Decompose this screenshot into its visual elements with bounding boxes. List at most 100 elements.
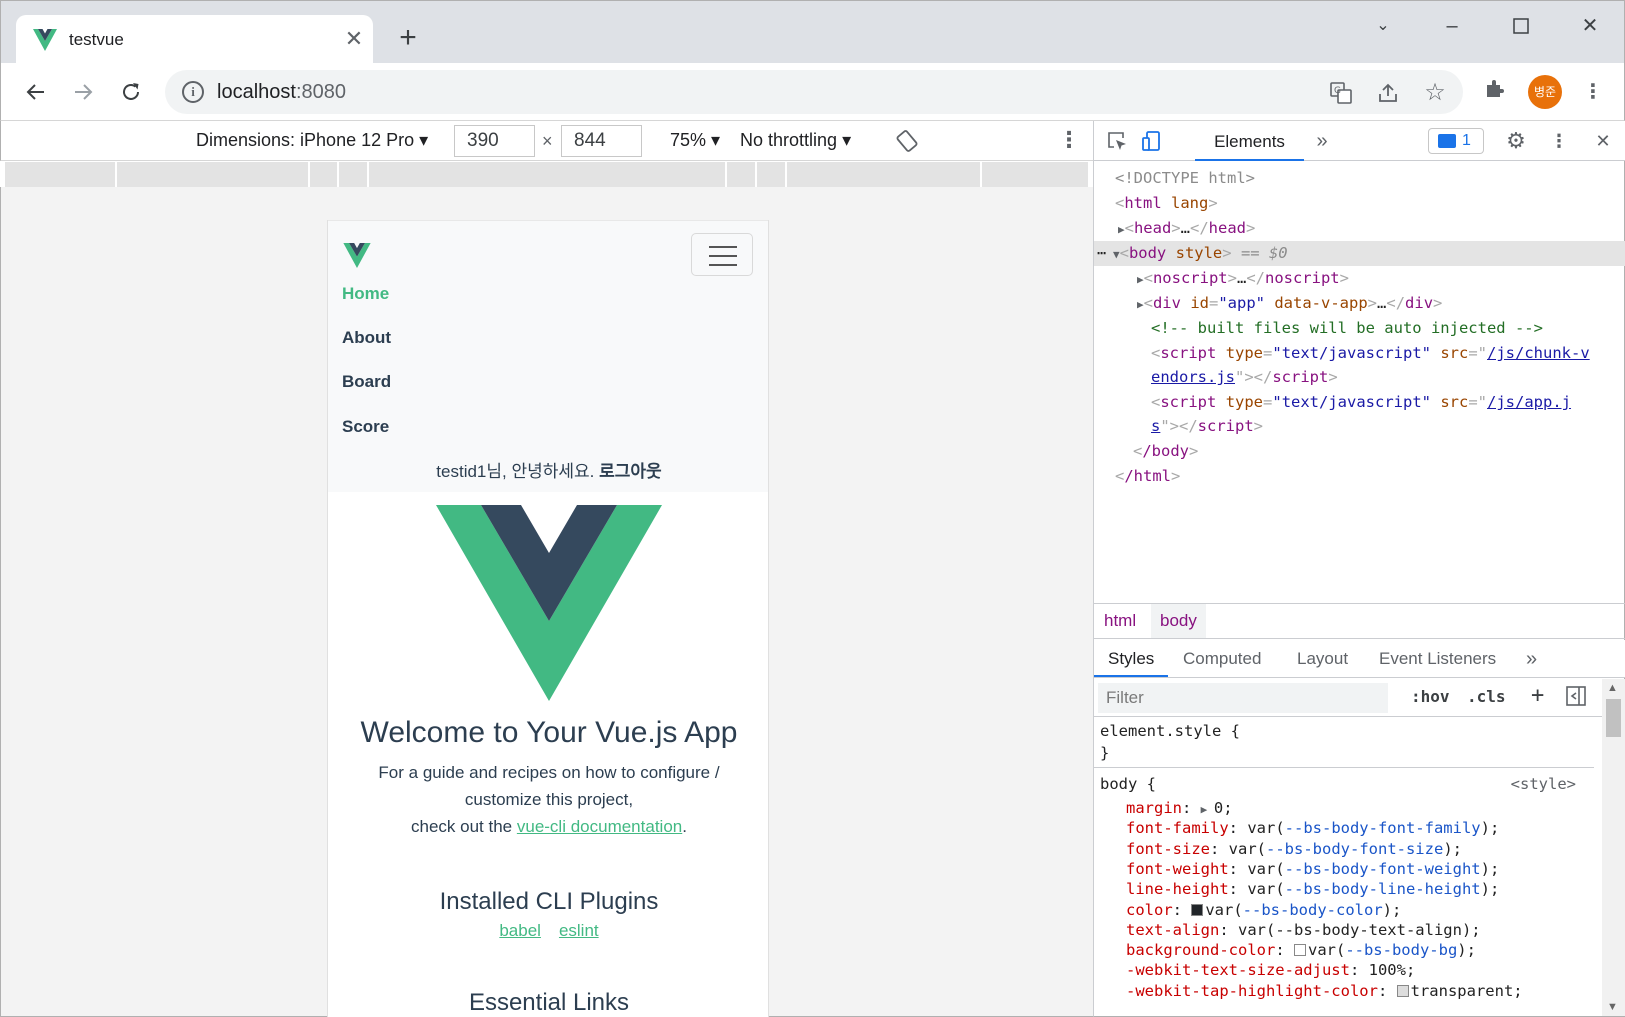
more-panes-chevron-icon[interactable]: » xyxy=(1526,640,1537,677)
tab-elements[interactable]: Elements xyxy=(1195,121,1304,161)
devtools-more-icon[interactable]: ⋮ xyxy=(1546,128,1572,154)
more-tabs-chevron-icon[interactable]: » xyxy=(1309,128,1335,154)
tab-computed[interactable]: Computed xyxy=(1183,640,1261,677)
device-height-input[interactable]: 844 xyxy=(561,125,642,157)
toggle-sidebar-icon[interactable] xyxy=(1565,685,1587,711)
plugin-link-eslint[interactable]: eslint xyxy=(559,921,599,940)
css-property-margin[interactable]: margin: ▶ 0; xyxy=(1126,798,1233,819)
dom-html-open[interactable]: <html lang> xyxy=(1094,191,1625,216)
bookmark-star-icon[interactable]: ☆ xyxy=(1421,79,1449,107)
extensions-puzzle-icon[interactable] xyxy=(1481,78,1509,106)
element-style-rule[interactable]: element.style { xyxy=(1100,721,1240,742)
device-width-input[interactable]: 390 xyxy=(454,125,535,157)
share-icon[interactable] xyxy=(1374,79,1402,107)
color-swatch[interactable] xyxy=(1293,944,1306,957)
dom-script-app[interactable]: <script type="text/javascript" src="/js/… xyxy=(1094,390,1625,415)
address-bar[interactable]: i localhost:8080 G ☆ xyxy=(165,70,1463,114)
user-greeting: testid1님, 안녕하세요. 로그아웃 xyxy=(328,457,768,482)
dom-body-selected[interactable]: ⋯ ▼<body style> == $0 xyxy=(1094,241,1625,266)
scrollbar-thumb[interactable] xyxy=(1606,699,1621,737)
device-toolbar-more-icon[interactable]: ⋮ xyxy=(1058,127,1080,153)
chrome-menu-icon[interactable]: ⋮ xyxy=(1579,78,1607,106)
tab-styles[interactable]: Styles xyxy=(1094,640,1169,677)
new-rule-plus-icon[interactable]: + xyxy=(1531,683,1544,708)
guide-line-2: customize this project, xyxy=(464,790,634,809)
css-property-line-height[interactable]: line-height: var(--bs-body-line-height); xyxy=(1126,879,1499,900)
element-style-close: } xyxy=(1100,744,1110,762)
close-window-icon[interactable]: ✕ xyxy=(1570,11,1610,41)
color-swatch[interactable] xyxy=(1191,903,1204,916)
new-tab-button[interactable]: + xyxy=(392,23,424,55)
back-arrow-icon[interactable] xyxy=(18,74,54,110)
reload-icon[interactable] xyxy=(113,74,149,110)
hover-state-button[interactable]: :hov xyxy=(1411,687,1450,706)
app-js-link[interactable]: /js/app.j xyxy=(1487,393,1571,411)
tab-close-icon[interactable]: ✕ xyxy=(339,24,369,54)
body-rule-selector[interactable]: body {<style> xyxy=(1100,774,1588,795)
devtools-tabbar: Elements » 1 ⚙ ⋮ ✕ xyxy=(1094,121,1625,161)
dom-head[interactable]: ▶<head>…</head> xyxy=(1094,216,1625,241)
color-swatch[interactable] xyxy=(1396,984,1409,997)
dom-tree[interactable]: <!DOCTYPE html> <html lang> ▶<head>…</he… xyxy=(1094,162,1625,603)
devtools-close-icon[interactable]: ✕ xyxy=(1590,128,1616,154)
settings-gear-icon[interactable]: ⚙ xyxy=(1503,128,1529,154)
navbar-toggler-button[interactable] xyxy=(691,233,753,276)
tab-event-listeners[interactable]: Event Listeners xyxy=(1379,640,1496,677)
dom-doctype[interactable]: <!DOCTYPE html> xyxy=(1094,166,1625,191)
browser-tab-active[interactable]: testvue ✕ xyxy=(16,15,373,64)
site-info-icon[interactable]: i xyxy=(182,81,204,103)
styles-rules[interactable]: element.style { } body {<style> margin: … xyxy=(1094,718,1594,1016)
device-toggle-icon[interactable] xyxy=(1139,128,1165,154)
rotate-device-icon[interactable] xyxy=(895,129,919,153)
forward-arrow-icon[interactable] xyxy=(65,74,101,110)
dom-noscript[interactable]: ▶<noscript>…</noscript> xyxy=(1094,266,1625,291)
css-property-text-align[interactable]: text-align: var(--bs-body-text-align); xyxy=(1126,920,1481,941)
zoom-select[interactable]: 75% ▾ xyxy=(670,130,720,151)
throttling-select[interactable]: No throttling ▾ xyxy=(740,130,851,151)
greeting-text: testid1님, 안녕하세요. xyxy=(436,462,595,481)
styles-pane-tabs: Styles Computed Layout Event Listeners » xyxy=(1094,640,1625,678)
issues-badge[interactable]: 1 xyxy=(1428,128,1484,154)
plugin-link-babel[interactable]: babel xyxy=(499,921,541,940)
nav-link-home[interactable]: Home xyxy=(342,284,389,304)
css-property-font-family[interactable]: font-family: var(--bs-body-font-family); xyxy=(1126,818,1499,839)
vendors-js-link[interactable]: /js/chunk-v xyxy=(1487,344,1590,362)
css-property-color[interactable]: color: var(--bs-body-color); xyxy=(1126,900,1401,921)
translate-icon[interactable]: G xyxy=(1327,79,1355,107)
minimize-icon[interactable]: – xyxy=(1432,11,1472,41)
css-property-background-color[interactable]: background-color: var(--bs-body-bg); xyxy=(1126,940,1476,961)
tab-strip: testvue ✕ + ⌄ – ✕ xyxy=(0,0,1625,64)
tab-layout[interactable]: Layout xyxy=(1297,640,1348,677)
css-property-webkit-text-size-adjust[interactable]: -webkit-text-size-adjust: 100%; xyxy=(1126,960,1415,981)
nav-link-score[interactable]: Score xyxy=(342,417,389,437)
profile-avatar[interactable]: 병준 xyxy=(1528,75,1562,109)
css-property-font-weight[interactable]: font-weight: var(--bs-body-font-weight); xyxy=(1126,859,1499,880)
device-dimensions-select[interactable]: Dimensions: iPhone 12 Pro ▾ xyxy=(196,130,428,151)
styles-filter-input[interactable]: Filter xyxy=(1098,683,1388,713)
maximize-icon[interactable] xyxy=(1501,11,1541,41)
class-toggle-button[interactable]: .cls xyxy=(1467,687,1506,706)
css-property-font-size[interactable]: font-size: var(--bs-body-font-size); xyxy=(1126,839,1462,860)
css-property-webkit-tap-highlight-color[interactable]: -webkit-tap-highlight-color: transparent… xyxy=(1126,981,1523,1002)
nav-link-board[interactable]: Board xyxy=(342,372,391,392)
breadcrumb-body[interactable]: body xyxy=(1151,604,1206,638)
dom-comment[interactable]: <!-- built files will be auto injected -… xyxy=(1094,316,1625,341)
tab-search-icon[interactable]: ⌄ xyxy=(1363,11,1403,41)
dom-script-app-cont[interactable]: s"></script> xyxy=(1094,414,1625,439)
dom-script-vendors-cont[interactable]: endors.js"></script> xyxy=(1094,365,1625,390)
logout-link[interactable]: 로그아웃 xyxy=(599,462,662,481)
nav-link-about[interactable]: About xyxy=(342,328,391,348)
dom-div-app[interactable]: ▶<div id="app" data-v-app>…</div> xyxy=(1094,291,1625,316)
vue-logo-icon[interactable] xyxy=(343,243,371,268)
vue-hero-logo xyxy=(436,505,662,701)
breadcrumb-html[interactable]: html xyxy=(1095,604,1145,638)
dom-html-close[interactable]: </html> xyxy=(1094,464,1625,489)
media-query-bar[interactable] xyxy=(5,162,1088,187)
inspect-element-icon[interactable] xyxy=(1104,128,1130,154)
dom-body-close[interactable]: </body> xyxy=(1094,439,1625,464)
vue-cli-docs-link[interactable]: vue-cli documentation xyxy=(517,817,682,836)
styles-scrollbar[interactable]: ▲ ▼ xyxy=(1602,679,1625,1016)
dom-script-vendors[interactable]: <script type="text/javascript" src="/js/… xyxy=(1094,341,1625,366)
rule-source-link[interactable]: <style> xyxy=(1511,774,1576,795)
styles-filter-bar: Filter :hov .cls + xyxy=(1094,679,1602,717)
